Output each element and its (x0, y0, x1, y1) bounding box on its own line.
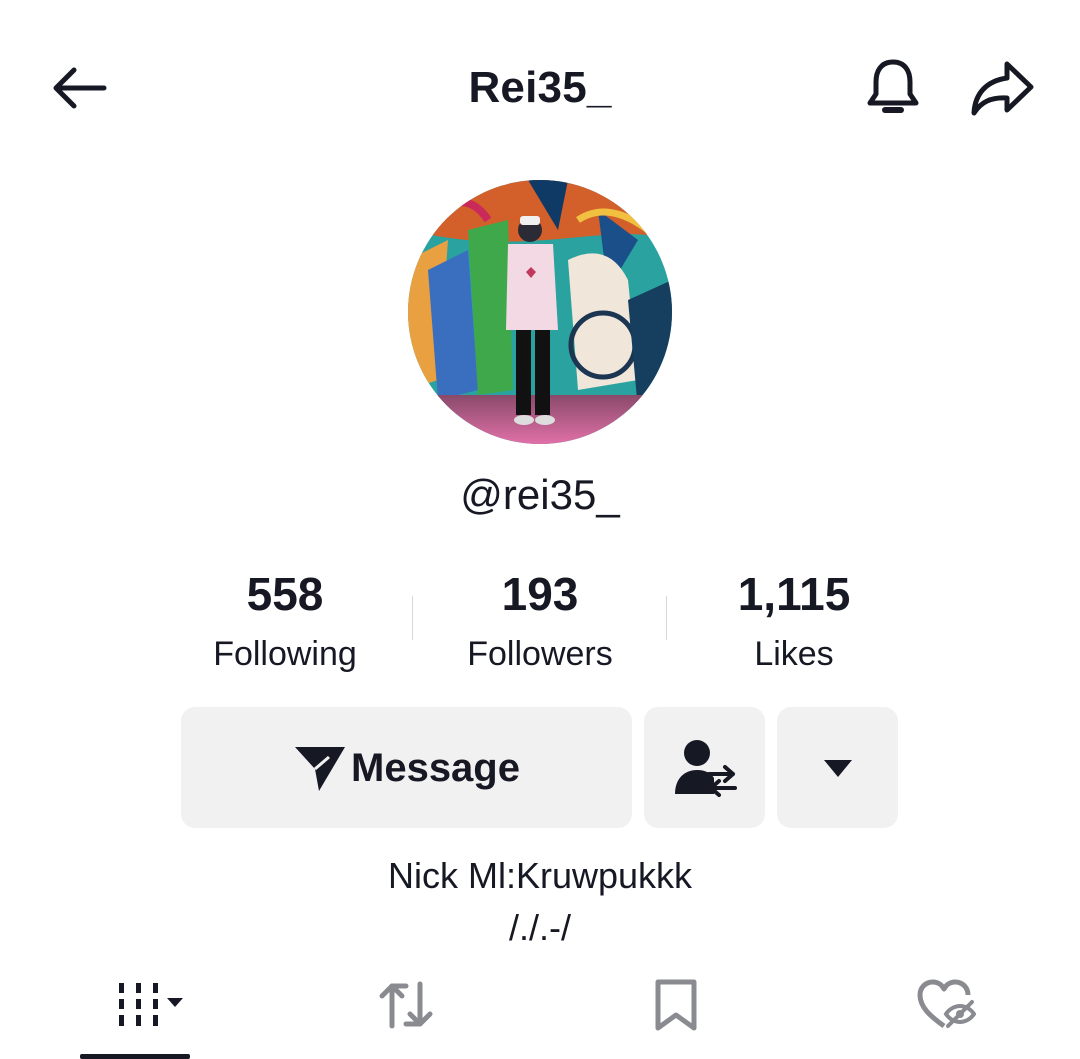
bio-line: Nick Ml:Kruwpukkk (387, 855, 693, 896)
tab-videos[interactable] (90, 970, 200, 1040)
share-icon (971, 61, 1034, 116)
videos-grid-icon (119, 983, 183, 1026)
bell-icon (867, 59, 919, 113)
following-label: Following (213, 635, 357, 673)
bio-line: /./.-/ (509, 907, 571, 948)
back-button[interactable] (38, 48, 118, 128)
tab-liked[interactable] (906, 970, 986, 1040)
message-label: Message (351, 745, 520, 790)
stat-followers[interactable]: 193 Followers (413, 566, 667, 676)
username: @rei35_ (460, 471, 620, 518)
followers-label: Followers (467, 635, 613, 673)
stat-likes[interactable]: 1,115 Likes (667, 566, 921, 676)
user-switch-icon (674, 739, 737, 797)
active-tab-indicator (80, 1054, 190, 1059)
message-button[interactable]: Message (181, 707, 632, 828)
caret-down-icon (823, 759, 852, 777)
friend-status-button[interactable] (644, 707, 765, 828)
arrow-left-icon (53, 67, 107, 109)
following-count: 558 (246, 568, 324, 620)
profile-photo (408, 180, 672, 444)
tab-favorites[interactable] (636, 970, 716, 1040)
notifications-button[interactable] (853, 48, 933, 128)
liked-hidden-icon (917, 979, 976, 1029)
tab-reposts[interactable] (366, 970, 446, 1040)
more-options-button[interactable] (777, 707, 898, 828)
paper-plane-icon (295, 746, 345, 791)
bookmark-icon (655, 979, 697, 1031)
likes-label: Likes (754, 635, 834, 673)
avatar[interactable] (408, 180, 672, 444)
stat-following[interactable]: 558 Following (158, 566, 412, 676)
repost-icon (379, 981, 433, 1029)
likes-count: 1,115 (737, 568, 851, 620)
share-button[interactable] (962, 48, 1042, 128)
followers-count: 193 (501, 568, 579, 620)
page-title: Rei35_ (468, 63, 612, 112)
